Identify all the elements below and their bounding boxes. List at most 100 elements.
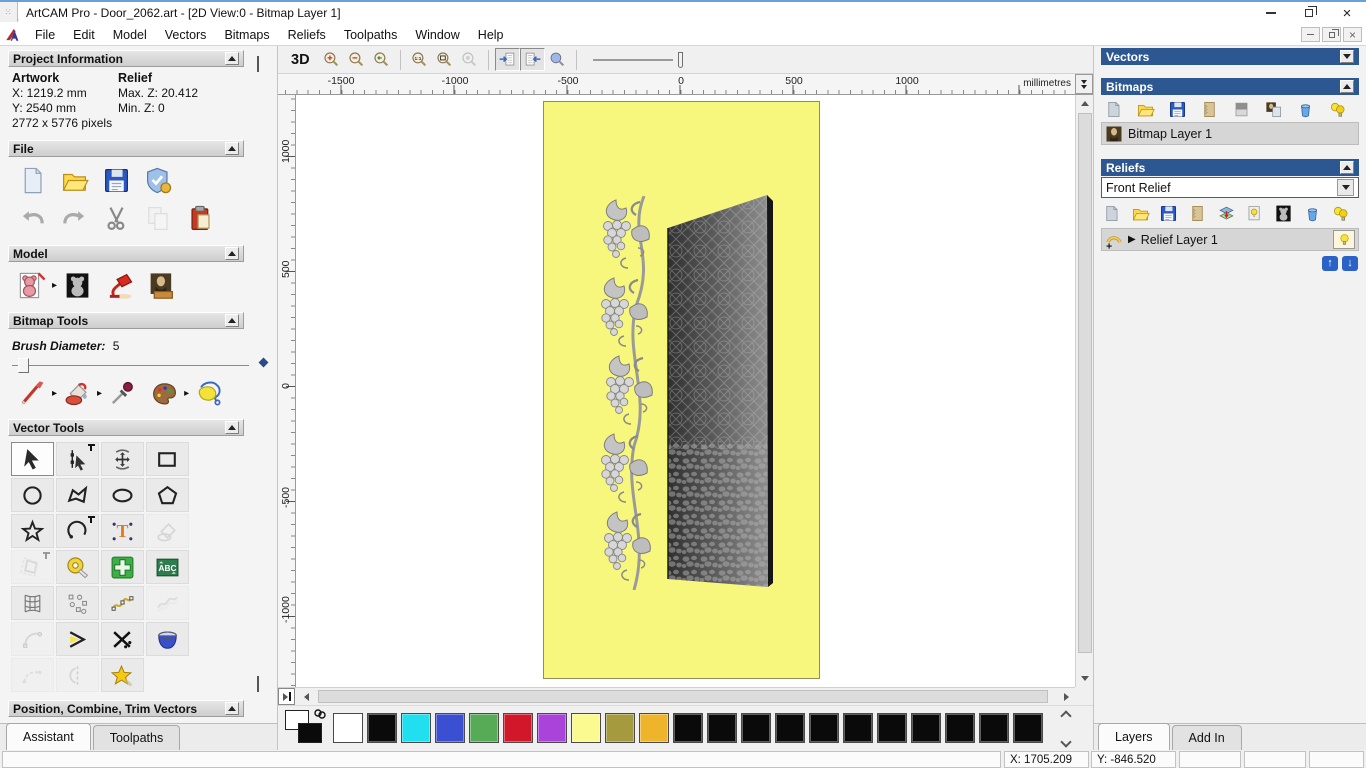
set-model-size-icon[interactable]	[18, 271, 47, 300]
paste-icon[interactable]	[186, 204, 215, 233]
dropdown-arrow-button[interactable]	[1337, 179, 1354, 196]
palette-swatch-16[interactable]	[877, 713, 907, 743]
create-circle-icon[interactable]	[11, 478, 54, 512]
new-model-icon[interactable]	[18, 166, 47, 195]
relief-layer-visibility-button[interactable]	[1333, 230, 1355, 249]
collapse-project-info-button[interactable]	[225, 52, 239, 65]
palette-swatch-2[interactable]	[401, 713, 431, 743]
palette-swatch-1[interactable]	[367, 713, 397, 743]
link-colours-icon[interactable]	[313, 708, 327, 720]
menu-bitmaps[interactable]: Bitmaps	[215, 28, 278, 42]
select-vectors-icon[interactable]	[11, 442, 54, 476]
toggle-all-bitmap-visibility-icon[interactable]	[1325, 98, 1349, 120]
collapse-model-button[interactable]	[225, 247, 239, 260]
merge-relief-layers-icon[interactable]	[1187, 202, 1208, 224]
palette-swatch-14[interactable]	[809, 713, 839, 743]
create-polyline-icon[interactable]	[56, 478, 99, 512]
previous-bitmap-layer-icon[interactable]	[494, 48, 520, 71]
palette-swatch-19[interactable]	[979, 713, 1009, 743]
open-model-icon[interactable]	[60, 166, 89, 195]
collapse-vector-tools-button[interactable]	[225, 421, 239, 434]
ruler-units-button[interactable]	[1075, 74, 1093, 94]
save-bitmap-layer-icon[interactable]	[1165, 98, 1189, 120]
canvas-vertical-scrollbar[interactable]	[1075, 95, 1094, 687]
scroll-up-button[interactable]	[1076, 95, 1094, 112]
bisect-lines-icon[interactable]	[56, 622, 99, 656]
flyout-arrow-icon[interactable]: ▸	[97, 388, 102, 399]
menu-vectors[interactable]: Vectors	[156, 28, 216, 42]
zoom-in-icon[interactable]	[319, 48, 344, 71]
palette-swatch-13[interactable]	[775, 713, 805, 743]
create-rectangle-icon[interactable]	[146, 442, 189, 476]
palette-swatch-10[interactable]	[673, 713, 703, 743]
flyout-arrow-icon[interactable]: ▸	[52, 388, 57, 399]
load-image-icon[interactable]	[147, 271, 176, 300]
palette-swatch-20[interactable]	[1013, 713, 1043, 743]
paint-icon[interactable]	[18, 379, 47, 408]
primary-secondary-colour-indicator[interactable]	[285, 708, 331, 748]
clear-bitmap-layer-icon[interactable]	[1229, 98, 1253, 120]
palette-swatch-0[interactable]	[333, 713, 363, 743]
greyscale-from-relief-icon[interactable]	[1273, 202, 1294, 224]
tab-toolpaths[interactable]: Toolpaths	[92, 725, 181, 750]
palette-swatch-15[interactable]	[843, 713, 873, 743]
preview-layer-icon[interactable]	[545, 48, 570, 71]
zoom-to-fit-icon[interactable]	[432, 48, 457, 71]
fade-slider-handle[interactable]	[677, 51, 683, 68]
block-and-rotate-copy-icon[interactable]	[101, 550, 144, 584]
copy-bitmap-layer-icon[interactable]	[1261, 98, 1285, 120]
palette-swatch-6[interactable]	[537, 713, 567, 743]
menu-edit[interactable]: Edit	[64, 28, 104, 42]
trim-vectors-icon[interactable]	[101, 622, 144, 656]
palette-swatch-3[interactable]	[435, 713, 465, 743]
redo-icon[interactable]	[60, 204, 89, 233]
paragraph-text-icon[interactable]: ABC	[146, 550, 189, 584]
transform-vectors-icon[interactable]	[101, 442, 144, 476]
zoom-out-icon[interactable]	[344, 48, 369, 71]
palette-scroll-up-icon[interactable]	[1060, 710, 1072, 722]
bitmap-layer-row[interactable]: Bitmap Layer 1	[1101, 122, 1359, 145]
brush-diameter-slider[interactable]	[12, 357, 269, 373]
tab-assistant[interactable]: Assistant	[6, 723, 91, 750]
panel-scroll-up-icon[interactable]	[257, 56, 269, 72]
create-text-icon[interactable]: T	[101, 514, 144, 548]
menu-file[interactable]: File	[26, 28, 64, 42]
tab-layers[interactable]: Layers	[1098, 723, 1170, 750]
transfer-relief-layer-icon[interactable]	[1216, 202, 1237, 224]
secondary-colour-swatch[interactable]	[298, 723, 322, 743]
wrap-vectors-icon[interactable]	[101, 658, 144, 692]
toggle-all-relief-visibility-icon[interactable]	[1330, 202, 1351, 224]
palette-swatch-12[interactable]	[741, 713, 771, 743]
move-layer-down-button[interactable]: ↓	[1342, 256, 1358, 271]
envelope-distortion-icon[interactable]	[11, 586, 54, 620]
bitmap-fade-slider[interactable]	[592, 50, 685, 70]
close-button[interactable]: ×	[1328, 2, 1366, 24]
collapse-position-button[interactable]	[225, 702, 239, 715]
node-editing-icon[interactable]	[56, 442, 99, 476]
flood-fill-icon[interactable]	[63, 379, 92, 408]
collapse-bitmap-tools-button[interactable]	[225, 314, 239, 327]
load-bitmap-layer-icon[interactable]	[1133, 98, 1157, 120]
save-relief-layer-icon[interactable]	[1158, 202, 1179, 224]
tab-add-in[interactable]: Add In	[1171, 725, 1242, 750]
save-model-icon[interactable]	[102, 166, 131, 195]
delete-relief-layer-icon[interactable]	[1302, 202, 1323, 224]
collapse-reliefs-button[interactable]	[1340, 161, 1354, 174]
relief-layer-row[interactable]: ▶ Relief Layer 1	[1101, 228, 1359, 251]
panel-scroll-down-icon[interactable]	[257, 676, 269, 692]
child-restore-button[interactable]	[1322, 27, 1341, 42]
create-boundary-icon[interactable]	[146, 622, 189, 656]
new-relief-layer-icon[interactable]	[1101, 202, 1122, 224]
palette-swatch-17[interactable]	[911, 713, 941, 743]
fit-arcs-to-polyline-icon[interactable]	[101, 586, 144, 620]
child-minimize-button[interactable]	[1301, 27, 1320, 42]
palette-swatch-7[interactable]	[571, 713, 601, 743]
create-arc-icon[interactable]	[56, 514, 99, 548]
horizontal-scroll-thumb[interactable]	[318, 690, 1048, 703]
zoom-1-to-1-icon[interactable]: 1:1	[407, 48, 432, 71]
create-star-icon[interactable]	[11, 514, 54, 548]
undo-icon[interactable]	[18, 204, 47, 233]
pick-colour-icon[interactable]	[108, 379, 137, 408]
create-polygon-icon[interactable]	[146, 478, 189, 512]
minimize-button[interactable]	[1252, 2, 1290, 24]
